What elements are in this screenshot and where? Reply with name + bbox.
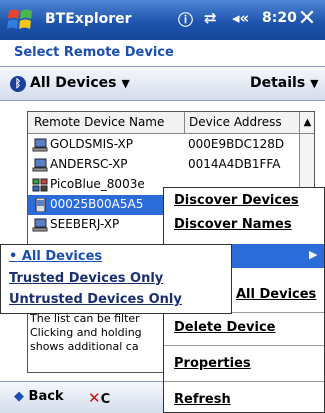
menu-item-all-devices[interactable]: All Devices	[236, 287, 316, 302]
device-name: GOLDSMIS-XP	[50, 137, 133, 151]
chevron-down-icon: ▼	[310, 77, 319, 90]
chevron-down-icon: ▼	[121, 77, 130, 90]
pda-device-icon	[35, 198, 46, 212]
windows-start-icon[interactable]	[6, 6, 36, 34]
chevron-right-icon: ▶	[309, 248, 318, 261]
column-header-address[interactable]: Device Address	[189, 115, 282, 129]
device-name: 00025B00A5A5	[50, 197, 144, 211]
computer-icon	[32, 138, 48, 152]
menu-item-delete-device[interactable]: Delete Device	[174, 320, 276, 335]
menu-item-properties[interactable]: Properties	[174, 356, 251, 371]
submenu-item-trusted-devices[interactable]: Trusted Devices Only	[9, 271, 163, 286]
column-header-name[interactable]: Remote Device Name	[34, 115, 164, 129]
device-name: PicoBlue_8003e	[50, 177, 145, 191]
cancel-button[interactable]: ✕C	[88, 389, 110, 407]
computer-icon	[32, 158, 48, 172]
cancel-x-icon: ✕	[88, 389, 101, 407]
submenu-item-all-devices[interactable]: • All Devices	[9, 249, 102, 264]
network-device-icon	[32, 178, 48, 192]
device-filter-dropdown[interactable]: All Devices ▼	[30, 75, 130, 91]
table-row[interactable]: GOLDSMIS-XP 000E9BDC128D	[28, 135, 299, 155]
filter-bar: ᛒ All Devices ▼ Details ▼	[0, 67, 325, 101]
back-arrow-icon: ◆	[14, 389, 24, 404]
computer-icon	[32, 218, 48, 232]
menu-divider	[164, 345, 324, 346]
details-label: Details	[250, 75, 306, 91]
title-bar: BTExplorer ⓘ ⇄ ◂« 8:20 ✕	[0, 0, 325, 40]
back-label: Back	[28, 389, 64, 404]
scroll-up-icon[interactable]: ▲	[300, 112, 314, 134]
device-filter-label: All Devices	[30, 75, 117, 91]
details-dropdown[interactable]: Details ▼	[250, 75, 319, 91]
filter-submenu: • All Devices Trusted Devices Only Untru…	[0, 244, 232, 314]
page-title: Select Remote Device	[14, 45, 174, 60]
clock[interactable]: 8:20	[262, 10, 297, 26]
menu-item-discover-names[interactable]: Discover Names	[174, 217, 292, 232]
menu-item-discover-devices[interactable]: Discover Devices	[174, 193, 299, 208]
selected-bullet-icon: •	[9, 249, 18, 264]
menu-item-refresh[interactable]: Refresh	[174, 392, 231, 407]
submenu-item-label: All Devices	[21, 249, 103, 264]
close-button[interactable]: ✕	[294, 5, 320, 33]
device-name: ANDERSC-XP	[50, 157, 128, 171]
device-name: SEEBERJ-XP	[50, 217, 120, 231]
table-row[interactable]: ANDERSC-XP 0014A4DB1FFA	[28, 155, 299, 175]
menu-divider	[164, 381, 324, 382]
device-address: 0014A4DB1FFA	[188, 157, 281, 171]
volume-icon[interactable]: ◂«	[232, 9, 249, 27]
back-button[interactable]: ◆ Back	[14, 389, 64, 404]
device-address: 000E9BDC128D	[188, 137, 285, 151]
bluetooth-status-icon[interactable]: ⓘ	[178, 9, 193, 30]
bluetooth-icon: ᛒ	[10, 76, 26, 92]
list-header: Remote Device Name Device Address	[28, 112, 299, 134]
connectivity-icon[interactable]: ⇄	[204, 9, 217, 27]
column-divider[interactable]	[184, 112, 185, 134]
app-title: BTExplorer	[45, 11, 132, 27]
cancel-label: C	[100, 392, 111, 407]
submenu-item-untrusted-devices[interactable]: Untrusted Devices Only	[9, 292, 182, 307]
